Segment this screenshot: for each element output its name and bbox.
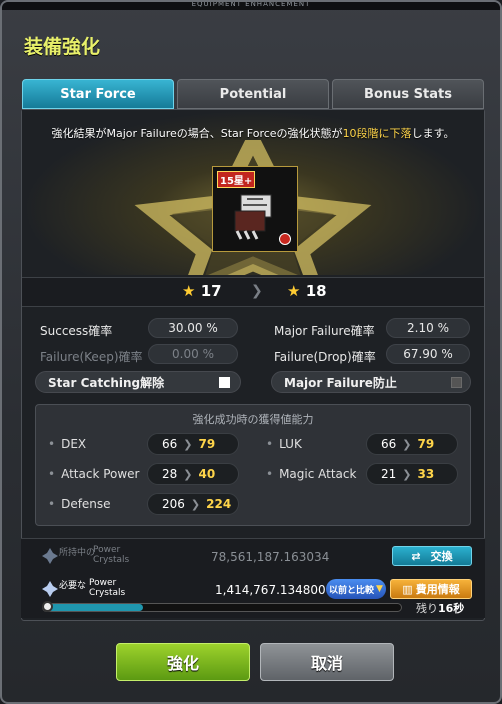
gain-value-magic-attack: 21 ❯ 33 bbox=[366, 463, 458, 485]
enhancement-window: EQUIPMENT ENHANCEMENT 装備強化 Star Force Po… bbox=[0, 0, 502, 704]
enhance-button[interactable]: 強化 bbox=[116, 643, 250, 681]
major-failure-prevent-toggle[interactable]: Major Failure防止 bbox=[271, 371, 471, 393]
gain-value-defense: 206 ❯ 224 bbox=[147, 493, 239, 515]
chart-icon: ▥ bbox=[402, 582, 413, 596]
star-catching-toggle[interactable]: Star Catching解除 bbox=[35, 371, 241, 393]
exchange-icon: ⇄ bbox=[411, 549, 421, 563]
cancel-button[interactable]: 取消 bbox=[260, 643, 394, 681]
compare-button[interactable]: 以前と比較 ▼ bbox=[326, 579, 386, 599]
star-level-row: ★ 17 ❯ ★ 18 bbox=[22, 277, 484, 307]
need-prefix: 必要な bbox=[59, 581, 87, 591]
major-failure-prevent-label: Major Failure防止 bbox=[284, 375, 397, 390]
gain-stats-box: 強化成功時の獲得値能力 • DEX 66 ❯ 79 • LUK 66 ❯ 79 • Attac… bbox=[35, 404, 471, 526]
next-stars: ★ 18 bbox=[287, 282, 327, 300]
gain-label-attack-power: • Attack Power bbox=[48, 467, 140, 481]
exchange-button[interactable]: ⇄ 交換 bbox=[392, 546, 472, 566]
star-catching-checkbox[interactable] bbox=[219, 377, 230, 388]
current-stars-value: 17 bbox=[200, 282, 222, 300]
crystal-icon bbox=[42, 581, 58, 597]
gain-label-magic-attack: • Magic Attack bbox=[266, 467, 357, 481]
timer-fill bbox=[43, 604, 144, 611]
crystal-icon bbox=[42, 548, 58, 564]
window-header-bar[interactable]: EQUIPMENT ENHANCEMENT bbox=[2, 2, 500, 10]
warning-suffix: します。 bbox=[411, 127, 455, 140]
arrow-right-icon: ❯ bbox=[251, 283, 263, 299]
arrow-down-icon: ▼ bbox=[376, 584, 383, 594]
gain-label-dex: • DEX bbox=[48, 437, 87, 451]
timer-bar bbox=[42, 601, 402, 612]
timer-knob bbox=[42, 601, 53, 612]
next-stars-value: 18 bbox=[305, 282, 327, 300]
tab-bonus-stats[interactable]: Bonus Stats bbox=[332, 79, 484, 109]
needed-crystals-value: 1,414,767.134800 bbox=[215, 583, 326, 597]
major-failure-rate-label: Major Failure確率 bbox=[274, 324, 375, 338]
gain-stats-title: 強化成功時の獲得値能力 bbox=[192, 413, 314, 426]
item-slot[interactable]: 15星+ bbox=[212, 166, 298, 252]
success-rate-label: Success確率 bbox=[40, 324, 113, 338]
major-failure-rate-value: 2.10 % bbox=[386, 318, 470, 338]
gain-label-luk: • LUK bbox=[266, 437, 302, 451]
owned-prefix: 所持中の bbox=[59, 548, 96, 558]
keep-rate-value: 0.00 % bbox=[148, 344, 238, 364]
window-title: 装備強化 bbox=[24, 36, 101, 58]
cost-info-button[interactable]: ▥ 費用情報 bbox=[390, 579, 472, 599]
star-catching-label: Star Catching解除 bbox=[48, 375, 165, 390]
major-failure-prevent-checkbox[interactable] bbox=[451, 377, 462, 388]
needed-crystals-row: 必要な Power Crystals 1,414,767.134800 以前と比… bbox=[21, 575, 485, 603]
owned-crystals-value: 78,561,187.163034 bbox=[211, 550, 330, 564]
warning-text: 強化結果がMajor Failureの場合、Star Forceの強化状態が10… bbox=[22, 125, 484, 141]
star-level-badge: 15星+ bbox=[217, 171, 256, 188]
window-header: EQUIPMENT ENHANCEMENT bbox=[191, 0, 311, 8]
gain-label-defense: • Defense bbox=[48, 497, 111, 511]
hero-area: 強化結果がMajor Failureの場合、Star Forceの強化状態が10… bbox=[22, 110, 484, 275]
owned-crystals-row: 所持中の Power Crystals 78,561,187.163034 ⇄ 交… bbox=[21, 542, 485, 570]
time-remaining: 残り16秒 bbox=[416, 602, 465, 615]
drop-rate-value: 67.90 % bbox=[386, 344, 470, 364]
warning-highlight: 10段階に下落 bbox=[342, 127, 412, 140]
keep-rate-label: Failure(Keep)確率 bbox=[40, 350, 143, 364]
warning-prefix: 強化結果がMajor Failureの場合、Star Forceの強化状態が bbox=[51, 127, 343, 140]
lock-icon bbox=[279, 233, 291, 245]
tab-bar: Star Force Potential Bonus Stats bbox=[22, 79, 484, 109]
need-label: Power Crystals bbox=[89, 578, 126, 598]
gain-value-luk: 66 ❯ 79 bbox=[366, 433, 458, 455]
success-rate-value: 30.00 % bbox=[148, 318, 238, 338]
gain-value-dex: 66 ❯ 79 bbox=[147, 433, 239, 455]
drop-rate-label: Failure(Drop)確率 bbox=[274, 350, 376, 364]
tab-star-force[interactable]: Star Force bbox=[22, 79, 174, 109]
owned-label: Power Crystals bbox=[93, 545, 130, 565]
gain-value-attack-power: 28 ❯ 40 bbox=[147, 463, 239, 485]
current-stars: ★ 17 bbox=[182, 282, 222, 300]
tab-potential[interactable]: Potential bbox=[177, 79, 329, 109]
